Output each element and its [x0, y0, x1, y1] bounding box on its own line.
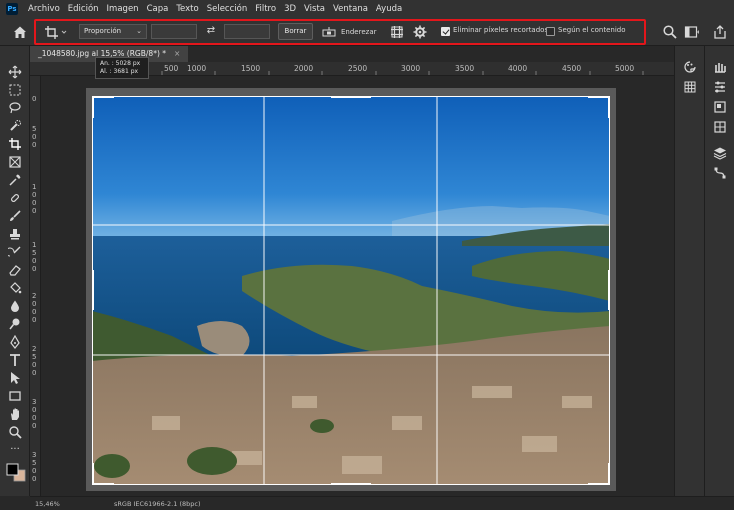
rectangle-tool-icon[interactable] [8, 389, 22, 403]
brush-tool-icon[interactable] [8, 209, 22, 223]
menu-edicion[interactable]: Edición [64, 4, 103, 14]
menu-filtro[interactable]: Filtro [251, 4, 280, 14]
ruler-label: 3500 [455, 64, 475, 73]
delete-cropped-checkbox[interactable] [441, 27, 450, 36]
ruler-label: 2 0 0 0 [32, 292, 37, 324]
menu-texto[interactable]: Texto [172, 4, 202, 14]
color-swatches[interactable] [5, 461, 27, 483]
ruler-label: 0 [32, 95, 37, 103]
content-aware-label: Según el contenido [558, 26, 626, 34]
properties-panel-icon[interactable] [713, 100, 727, 114]
ruler-label: 1000 [187, 64, 207, 73]
menu-seleccion[interactable]: Selección [203, 4, 252, 14]
ruler-label: 3 0 0 0 [32, 398, 37, 430]
quick-selection-tool-icon[interactable] [8, 119, 22, 133]
ratio-width-input[interactable] [151, 24, 197, 39]
options-bar: Proporción ⌄ ⇄ Borrar Enderezar Eliminar… [0, 18, 734, 46]
pen-tool-icon[interactable] [8, 335, 22, 349]
menu-ayuda[interactable]: Ayuda [372, 4, 406, 14]
lasso-tool-icon[interactable] [8, 101, 22, 115]
search-icon[interactable] [662, 24, 678, 40]
ruler-label: 3 5 0 0 [32, 451, 37, 483]
content-aware-checkbox[interactable] [546, 27, 555, 36]
ruler-label: 4500 [562, 64, 582, 73]
right-dock-panels [704, 46, 734, 496]
marquee-tool-icon[interactable] [8, 83, 22, 97]
share-icon[interactable] [712, 24, 728, 40]
ruler-label: 1 0 0 0 [32, 183, 37, 215]
zoom-tool-icon[interactable] [8, 425, 22, 439]
ruler-label: 3000 [401, 64, 421, 73]
workspace-icon[interactable] [684, 24, 700, 40]
tools-panel: ··· [0, 46, 30, 496]
menu-archivo[interactable]: Archivo [24, 4, 64, 14]
ruler-label: 5000 [615, 64, 635, 73]
app-logo[interactable]: Ps [6, 3, 18, 15]
menu-imagen[interactable]: Imagen [103, 4, 143, 14]
ruler-label: 2000 [294, 64, 314, 73]
frame-tool-icon[interactable] [8, 155, 22, 169]
gear-icon[interactable] [412, 24, 428, 40]
ruler-label: 2500 [348, 64, 368, 73]
straighten-label: Enderezar [341, 27, 377, 36]
menu-ventana[interactable]: Ventana [329, 4, 372, 14]
delete-cropped-label: Eliminar píxeles recortados [453, 26, 549, 34]
ruler-label: 1500 [241, 64, 261, 73]
chevron-down-icon: ⌄ [136, 27, 142, 35]
menu-vista[interactable]: Vista [300, 4, 329, 14]
libraries-panel-icon[interactable] [713, 60, 727, 74]
crop-height-readout: Al. : 3681 px [100, 68, 139, 75]
styles-panel-icon[interactable] [713, 120, 727, 134]
color-profile[interactable]: sRGB IEC61966-2.1 (8bpc) [114, 500, 201, 508]
menu-capa[interactable]: Capa [143, 4, 173, 14]
ruler-label: 2 5 0 0 [32, 345, 37, 377]
eyedropper-tool-icon[interactable] [8, 173, 22, 187]
move-tool-icon[interactable] [8, 65, 22, 79]
paint-bucket-tool-icon[interactable] [8, 281, 22, 295]
vertical-ruler: 0 5 0 0 1 0 0 0 1 5 0 0 2 0 0 0 2 5 0 0 … [30, 76, 41, 496]
menu-bar: Ps Archivo Edición Imagen Capa Texto Sel… [0, 0, 734, 18]
photo-crop-canvas[interactable] [92, 96, 610, 485]
layers-panel-icon[interactable] [713, 146, 727, 160]
color-panel-icon[interactable] [683, 60, 697, 74]
crop-tool-icon[interactable] [8, 137, 22, 151]
paths-panel-icon[interactable] [713, 166, 727, 180]
foreground-color-swatch [6, 463, 19, 476]
ratio-select[interactable]: Proporción ⌄ [79, 24, 147, 39]
adjustments-panel-icon[interactable] [713, 80, 727, 94]
path-selection-tool-icon[interactable] [8, 371, 22, 385]
type-tool-icon[interactable] [8, 353, 22, 367]
clear-button[interactable]: Borrar [278, 23, 313, 40]
right-dock-collapsed [674, 46, 704, 496]
more-tools-icon[interactable]: ··· [8, 445, 22, 459]
close-tab-icon[interactable]: × [174, 46, 180, 62]
hand-tool-icon[interactable] [8, 407, 22, 421]
ruler-label: 4000 [508, 64, 528, 73]
history-brush-tool-icon[interactable] [8, 245, 22, 259]
straighten-button[interactable]: Enderezar [322, 24, 376, 39]
healing-brush-tool-icon[interactable] [8, 191, 22, 205]
dodge-tool-icon[interactable] [8, 317, 22, 331]
grid-overlay-icon[interactable] [389, 24, 405, 40]
crop-preset-icon[interactable] [44, 24, 68, 40]
swap-icon[interactable]: ⇄ [204, 24, 218, 38]
ratio-height-input[interactable] [224, 24, 270, 39]
ratio-select-value: Proporción [84, 27, 122, 35]
swatches-panel-icon[interactable] [683, 80, 697, 94]
crop-width-readout: An. : 5028 px [100, 60, 141, 67]
menu-3d[interactable]: 3D [280, 4, 300, 14]
ruler-label: 1 5 0 0 [32, 241, 37, 273]
status-bar: 15,46% sRGB IEC61966-2.1 (8bpc) [30, 496, 734, 510]
home-icon[interactable] [12, 24, 28, 40]
zoom-level[interactable]: 15,46% [35, 500, 60, 508]
ruler-label: 5 0 0 [32, 125, 37, 149]
straighten-icon [322, 26, 336, 36]
ruler-label: 500 [164, 64, 179, 73]
clone-stamp-tool-icon[interactable] [8, 227, 22, 241]
crop-size-tooltip: An. : 5028 px Al. : 3681 px [95, 57, 149, 79]
photoshop-window: Ps Archivo Edición Imagen Capa Texto Sel… [0, 0, 734, 510]
eraser-tool-icon[interactable] [8, 263, 22, 277]
blur-tool-icon[interactable] [8, 299, 22, 313]
